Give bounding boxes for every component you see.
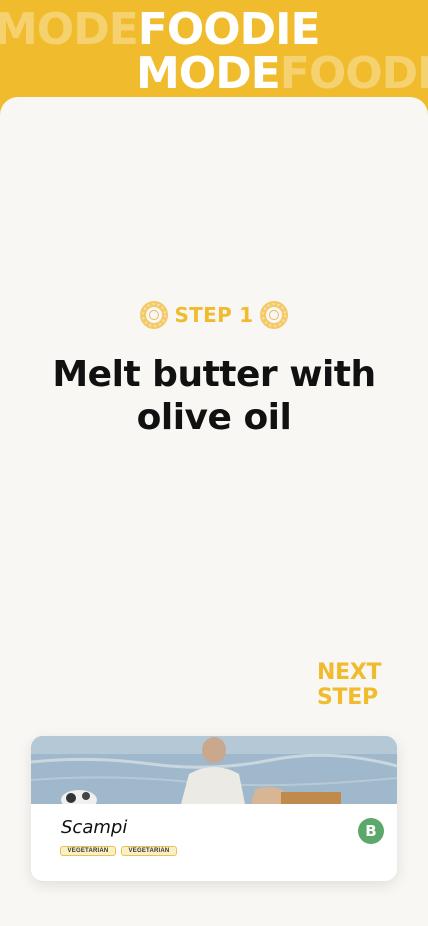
header-banner: MODE FOODIE MODEFOODIE MODEFOODIE	[0, 0, 428, 110]
tag-badge: VEGETARIAN	[121, 846, 177, 856]
step-label: STEP 1	[174, 303, 254, 327]
banner-title-mode: MODE	[136, 48, 281, 99]
banner-ghost-text: MODE	[0, 4, 139, 55]
step-instruction: Melt butter with olive oil	[52, 354, 376, 438]
recipe-tags: VEGETARIAN VEGETARIAN	[60, 846, 177, 856]
recipe-name: Scampi	[61, 817, 128, 838]
tag-badge: VEGETARIAN	[60, 846, 116, 856]
step-sheet: STEP 1 Melt butter with olive oil NEXT S…	[0, 97, 428, 926]
banner-line-1: MODEFOODIE	[0, 8, 321, 52]
recipe-card[interactable]: Scampi VEGETARIAN VEGETARIAN B	[31, 736, 397, 881]
donut-icon	[259, 301, 288, 329]
banner-line-2: MODEFOODIE	[136, 52, 428, 96]
recipe-photo	[31, 736, 397, 804]
next-step-button[interactable]: NEXT STEP	[317, 660, 397, 710]
step-indicator: STEP 1	[0, 301, 428, 329]
banner-ghost-text: FOODIE	[279, 48, 428, 99]
donut-icon	[140, 301, 169, 329]
recipe-grade-badge: B	[358, 818, 384, 844]
